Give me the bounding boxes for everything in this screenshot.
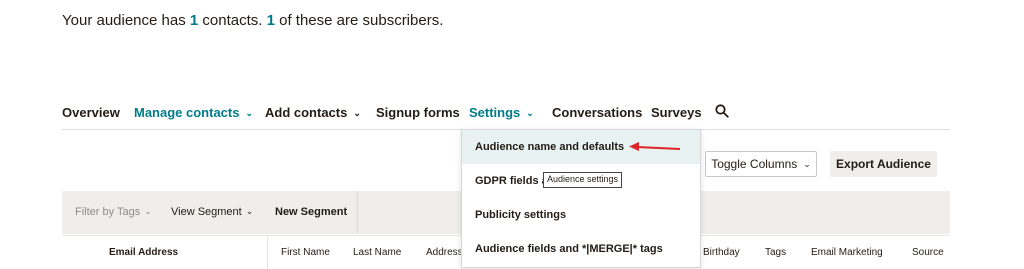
col-tags[interactable]: Tags xyxy=(765,247,786,258)
filter-divider xyxy=(357,191,358,234)
filter-by-tags-label: Filter by Tags xyxy=(75,206,141,218)
nav-settings[interactable]: Settings ⌄ xyxy=(469,105,534,120)
summary-text-3: of these are subscribers. xyxy=(274,12,444,29)
nav-conversations[interactable]: Conversations xyxy=(552,105,642,120)
menu-item-audience-fields-merge-tags[interactable]: Audience fields and *|MERGE|* tags xyxy=(462,232,700,266)
nav-manage-contacts-label: Manage contacts xyxy=(134,105,240,120)
chevron-down-icon: ⌄ xyxy=(245,108,254,118)
nav-add-contacts-label: Add contacts xyxy=(265,105,348,120)
view-segment-label: View Segment xyxy=(171,206,242,218)
filter-by-tags-dropdown[interactable]: Filter by Tags ⌄ xyxy=(75,206,152,218)
nav-overview[interactable]: Overview xyxy=(62,105,120,120)
col-email-address[interactable]: Email Address xyxy=(109,247,178,258)
col-source[interactable]: Source xyxy=(912,247,944,258)
audience-nav: Overview Manage contacts ⌄ Add contacts ⌄ … xyxy=(0,100,1024,225)
nav-signup-forms[interactable]: Signup forms xyxy=(376,105,460,120)
nav-surveys[interactable]: Surveys xyxy=(651,105,702,120)
subscriber-count: 1 xyxy=(266,12,275,29)
chevron-down-icon: ⌄ xyxy=(353,108,361,118)
col-address[interactable]: Address xyxy=(426,247,463,258)
nav-settings-label: Settings xyxy=(469,105,521,120)
summary-text-2: contacts. xyxy=(198,12,267,29)
contact-count: 1 xyxy=(189,12,199,29)
col-first-name[interactable]: First Name xyxy=(281,247,330,258)
export-audience-button[interactable]: Export Audience xyxy=(830,151,937,177)
nav-add-contacts[interactable]: Add contacts ⌄ xyxy=(265,105,361,120)
chevron-down-icon: ⌄ xyxy=(526,108,534,118)
new-segment-button[interactable]: New Segment xyxy=(275,206,347,218)
col-last-name[interactable]: Last Name xyxy=(353,247,401,258)
summary-text-1: Your audience has xyxy=(62,12,190,29)
col-birthday[interactable]: Birthday xyxy=(703,247,740,258)
menu-item-publicity-settings[interactable]: Publicity settings xyxy=(462,198,700,232)
audience-settings-tooltip: Audience settings xyxy=(543,172,623,188)
toggle-columns-label: Toggle Columns xyxy=(711,157,798,171)
col-email-marketing[interactable]: Email Marketing xyxy=(811,247,883,258)
toggle-columns-button[interactable]: Toggle Columns ⌄ xyxy=(705,151,817,177)
view-segment-dropdown[interactable]: View Segment ⌄ xyxy=(171,206,253,218)
column-divider xyxy=(267,236,268,269)
nav-manage-contacts[interactable]: Manage contacts ⌄ xyxy=(134,105,253,120)
search-icon[interactable] xyxy=(715,104,729,121)
audience-summary: Your audience has 1 contacts. 1 of these… xyxy=(62,12,443,29)
chevron-down-icon: ⌄ xyxy=(144,206,152,216)
chevron-down-icon: ⌄ xyxy=(803,159,811,169)
chevron-down-icon: ⌄ xyxy=(245,206,254,216)
annotation-arrow-icon xyxy=(629,141,681,160)
